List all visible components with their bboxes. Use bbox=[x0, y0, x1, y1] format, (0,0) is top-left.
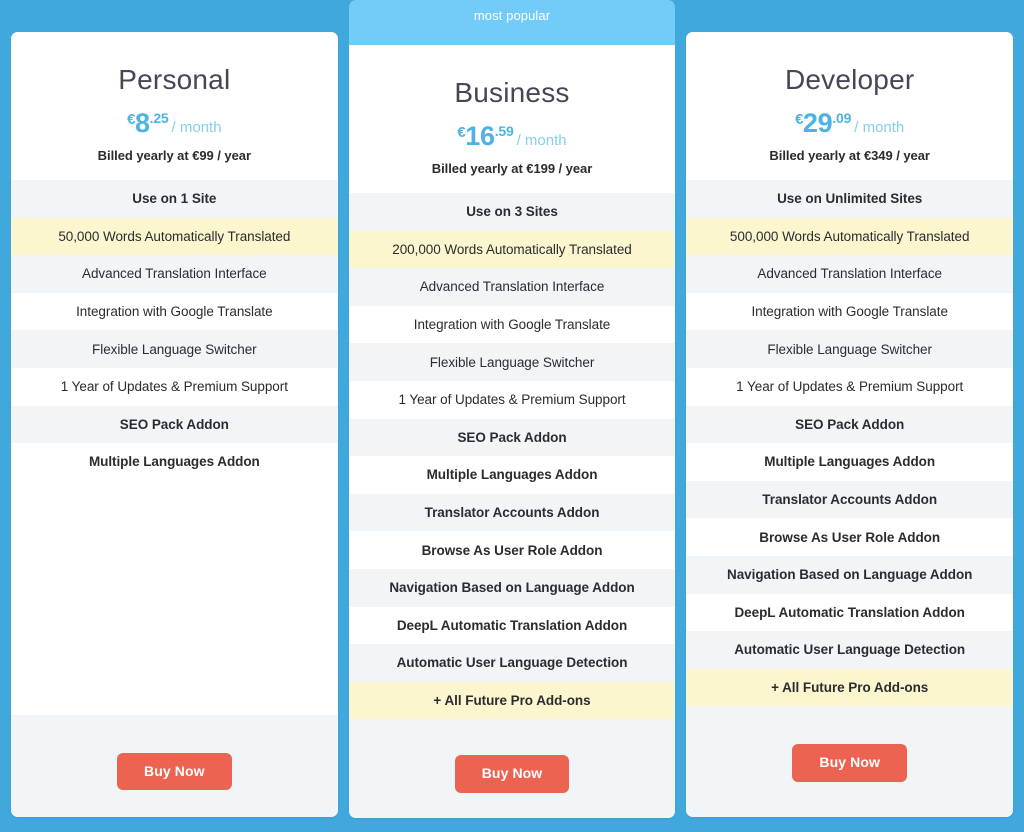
feature-row: 200,000 Words Automatically Translated bbox=[349, 231, 676, 269]
plan-column-developer: Developer €29.09/ month Billed yearly at… bbox=[686, 0, 1013, 832]
feature-row: Advanced Translation Interface bbox=[686, 255, 1013, 293]
price-amount: 16 bbox=[465, 121, 494, 151]
plan-header-developer: Developer €29.09/ month Billed yearly at… bbox=[686, 32, 1013, 180]
billed-note-personal: Billed yearly at €99 / year bbox=[21, 148, 328, 163]
feature-row: Automatic User Language Detection bbox=[686, 631, 1013, 669]
buy-now-button-personal[interactable]: Buy Now bbox=[117, 753, 232, 790]
feature-row: SEO Pack Addon bbox=[349, 419, 676, 457]
sites-label-developer: Use on Unlimited Sites bbox=[686, 180, 1013, 218]
feature-row: Flexible Language Switcher bbox=[686, 330, 1013, 368]
price-period: / month bbox=[517, 132, 567, 149]
plan-footer-developer: Buy Now bbox=[686, 706, 1013, 817]
feature-row: Integration with Google Translate bbox=[11, 293, 338, 331]
billed-note-business: Billed yearly at €199 / year bbox=[359, 161, 666, 176]
plan-column-personal: Personal €8.25/ month Billed yearly at €… bbox=[11, 0, 338, 832]
feature-row: Browse As User Role Addon bbox=[686, 518, 1013, 556]
feature-row: Integration with Google Translate bbox=[686, 293, 1013, 331]
feature-row: Navigation Based on Language Addon bbox=[686, 556, 1013, 594]
banner-spacer-developer bbox=[686, 0, 1013, 32]
currency-symbol: € bbox=[795, 111, 803, 128]
price-amount: 8 bbox=[135, 108, 150, 138]
feature-row: DeepL Automatic Translation Addon bbox=[686, 594, 1013, 632]
feature-row: 1 Year of Updates & Premium Support bbox=[11, 368, 338, 406]
feature-list-business: Use on 3 Sites 200,000 Words Automatical… bbox=[349, 193, 676, 719]
price-period: / month bbox=[172, 119, 222, 136]
most-popular-badge: most popular bbox=[349, 0, 676, 45]
plan-price-personal: €8.25/ month bbox=[21, 110, 328, 137]
feature-row: 50,000 Words Automatically Translated bbox=[11, 218, 338, 256]
feature-row: Flexible Language Switcher bbox=[349, 343, 676, 381]
buy-now-button-business[interactable]: Buy Now bbox=[455, 755, 570, 792]
plan-footer-personal: Buy Now bbox=[11, 715, 338, 817]
plan-card-business: Business €16.59/ month Billed yearly at … bbox=[349, 45, 676, 818]
feature-row: Translator Accounts Addon bbox=[349, 494, 676, 532]
plan-card-developer: Developer €29.09/ month Billed yearly at… bbox=[686, 32, 1013, 817]
feature-row: Translator Accounts Addon bbox=[686, 481, 1013, 519]
feature-row: Multiple Languages Addon bbox=[11, 443, 338, 481]
plan-price-developer: €29.09/ month bbox=[696, 110, 1003, 137]
feature-row: Multiple Languages Addon bbox=[686, 443, 1013, 481]
feature-row: + All Future Pro Add-ons bbox=[349, 682, 676, 720]
feature-row: Advanced Translation Interface bbox=[349, 268, 676, 306]
plan-header-business: Business €16.59/ month Billed yearly at … bbox=[349, 45, 676, 193]
plan-title-business: Business bbox=[359, 75, 666, 110]
feature-row: Automatic User Language Detection bbox=[349, 644, 676, 682]
price-cents: .59 bbox=[495, 123, 514, 139]
sites-label-personal: Use on 1 Site bbox=[11, 180, 338, 218]
banner-spacer-personal bbox=[11, 0, 338, 32]
price-cents: .09 bbox=[832, 110, 851, 126]
price-period: / month bbox=[854, 119, 904, 136]
plan-card-personal: Personal €8.25/ month Billed yearly at €… bbox=[11, 32, 338, 817]
feature-row: + All Future Pro Add-ons bbox=[686, 669, 1013, 707]
feature-row: Advanced Translation Interface bbox=[11, 255, 338, 293]
card-filler-personal bbox=[11, 481, 338, 715]
plan-title-developer: Developer bbox=[696, 62, 1003, 97]
sites-label-business: Use on 3 Sites bbox=[349, 193, 676, 231]
feature-row: Browse As User Role Addon bbox=[349, 531, 676, 569]
plan-title-personal: Personal bbox=[21, 62, 328, 97]
plan-header-personal: Personal €8.25/ month Billed yearly at €… bbox=[11, 32, 338, 180]
buy-now-button-developer[interactable]: Buy Now bbox=[792, 744, 907, 781]
plan-price-business: €16.59/ month bbox=[359, 123, 666, 150]
feature-row: 1 Year of Updates & Premium Support bbox=[349, 381, 676, 419]
plan-footer-business: Buy Now bbox=[349, 719, 676, 818]
feature-row: SEO Pack Addon bbox=[11, 406, 338, 444]
feature-row: Integration with Google Translate bbox=[349, 306, 676, 344]
pricing-table: Personal €8.25/ month Billed yearly at €… bbox=[0, 0, 1024, 832]
billed-note-developer: Billed yearly at €349 / year bbox=[696, 148, 1003, 163]
feature-row: 500,000 Words Automatically Translated bbox=[686, 218, 1013, 256]
feature-list-developer: Use on Unlimited Sites 500,000 Words Aut… bbox=[686, 180, 1013, 706]
feature-row: SEO Pack Addon bbox=[686, 406, 1013, 444]
feature-row: DeepL Automatic Translation Addon bbox=[349, 607, 676, 645]
price-amount: 29 bbox=[803, 108, 832, 138]
feature-row: Navigation Based on Language Addon bbox=[349, 569, 676, 607]
feature-row: 1 Year of Updates & Premium Support bbox=[686, 368, 1013, 406]
feature-list-personal: Use on 1 Site 50,000 Words Automatically… bbox=[11, 180, 338, 481]
price-cents: .25 bbox=[150, 110, 169, 126]
currency-symbol: € bbox=[127, 111, 135, 128]
feature-row: Multiple Languages Addon bbox=[349, 456, 676, 494]
plan-column-business: most popular Business €16.59/ month Bill… bbox=[349, 0, 676, 832]
feature-row: Flexible Language Switcher bbox=[11, 330, 338, 368]
